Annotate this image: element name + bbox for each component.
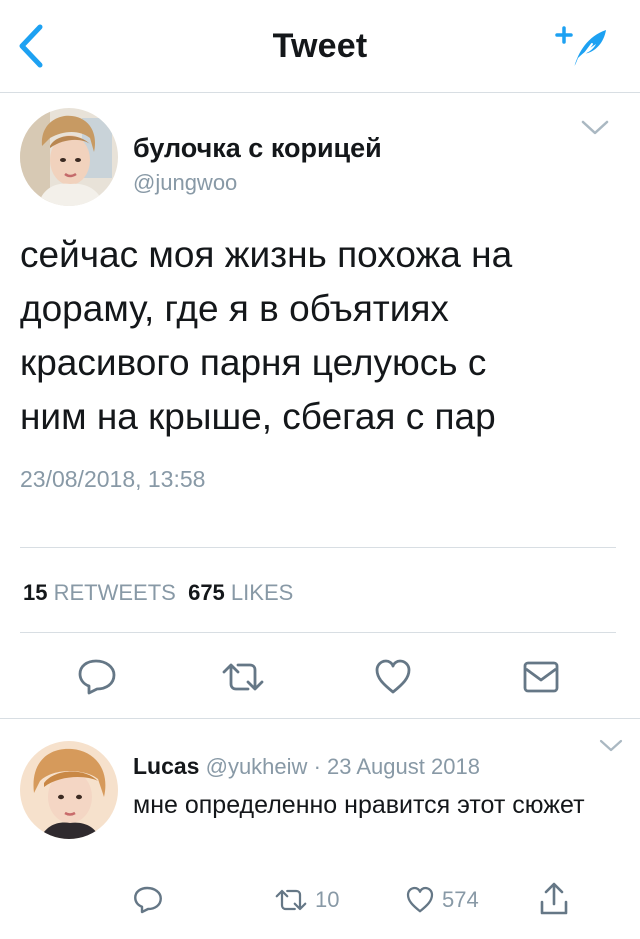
tweet-timestamp: 23/08/2018, 13:58 (20, 466, 206, 492)
divider (20, 632, 616, 633)
retweet-icon (222, 663, 264, 691)
tweet-text: сейчас моя жизнь похожа на дораму, где я… (20, 234, 513, 437)
reply-options-button[interactable] (598, 738, 624, 754)
reply-author-handle[interactable]: @yukheiw (206, 754, 308, 779)
direct-message-button[interactable] (521, 657, 561, 697)
reply-icon (78, 659, 116, 695)
envelope-icon (523, 661, 559, 693)
reply-icon (134, 886, 162, 914)
divider (0, 718, 640, 719)
likes-stat[interactable]: 675 LIKES (188, 580, 293, 605)
chevron-down-icon (599, 739, 623, 752)
heart-icon (406, 886, 434, 913)
tweet-stats: 15 RETWEETS 675 LIKES (23, 580, 293, 606)
retweet-icon (275, 889, 307, 911)
likes-count: 675 (188, 580, 225, 605)
chevron-down-icon (581, 120, 609, 135)
likes-label: LIKES (230, 580, 294, 605)
reply-avatar[interactable] (20, 741, 118, 839)
share-icon (540, 882, 568, 915)
reply-separator: · (313, 754, 321, 779)
reply-author-name[interactable]: Lucas (133, 753, 199, 779)
author-handle[interactable]: @jungwoo (133, 170, 237, 196)
reply-like-button[interactable] (403, 885, 437, 915)
retweet-button[interactable] (220, 657, 266, 697)
heart-icon (375, 659, 411, 694)
reply-text: мне определенно нравится этот сюжет (133, 791, 585, 819)
reply-header: Lucas @yukheiw · 23 August 2018 (133, 753, 480, 780)
page-title: Tweet (272, 27, 368, 65)
tweet-options-button[interactable] (580, 118, 610, 138)
reply-retweet-button[interactable] (272, 885, 310, 915)
retweets-count: 15 (23, 580, 48, 605)
reply-share-button[interactable] (539, 882, 569, 915)
author-name[interactable]: булочка с корицей (133, 133, 382, 164)
reply-like-count: 574 (442, 887, 479, 912)
like-button[interactable] (373, 657, 413, 697)
reply-date: 23 August 2018 (327, 754, 480, 779)
compose-feather-icon (555, 26, 606, 69)
compose-button[interactable] (552, 22, 612, 72)
reply-reply-button[interactable] (133, 885, 163, 915)
avatar[interactable] (20, 108, 118, 206)
retweets-stat[interactable]: 15 RETWEETS (23, 580, 176, 605)
divider (20, 547, 616, 548)
retweets-label: RETWEETS (53, 580, 176, 605)
reply-retweet-count: 10 (315, 887, 340, 912)
reply-button[interactable] (77, 657, 117, 697)
